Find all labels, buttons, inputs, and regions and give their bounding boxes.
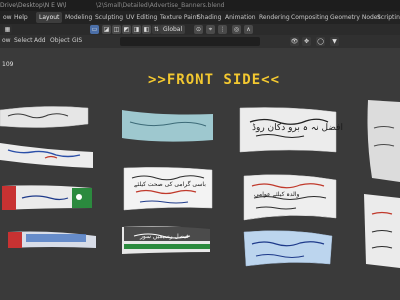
tab-compositing[interactable]: Compositing: [288, 12, 332, 23]
tab-modeling[interactable]: Modeling: [62, 12, 95, 23]
snap-settings-icon[interactable]: ⋮: [218, 25, 227, 34]
banner-6[interactable]: [123, 167, 213, 211]
filter-icon[interactable]: ▼: [330, 37, 339, 46]
banner-12[interactable]: [364, 194, 400, 268]
viewport-header: ow Select Add Object GIS 👁 ✥ ◯ ▼: [0, 35, 400, 48]
pivot-icon[interactable]: ⊙: [194, 25, 203, 34]
gizmo-icon[interactable]: ✥: [302, 37, 311, 46]
menu-help[interactable]: Help: [11, 12, 31, 23]
select-mode-5-icon[interactable]: ◧: [142, 25, 151, 34]
menu-view[interactable]: ow: [0, 36, 13, 46]
tab-shading[interactable]: Shading: [194, 12, 224, 23]
select-mode-icon[interactable]: ◪: [102, 25, 111, 34]
blender-window: Drive\Desktop\N E W\l \2\Small\Detailed\…: [0, 0, 400, 300]
top-bar: ow Help Layout Modeling Sculpting UV Edi…: [0, 11, 400, 24]
snap-icon[interactable]: ⌖: [206, 25, 215, 34]
menu-object[interactable]: Object: [48, 36, 72, 46]
banner-7[interactable]: [122, 226, 210, 254]
banner-11[interactable]: [367, 100, 400, 182]
select-mode-3-icon[interactable]: ◩: [122, 25, 131, 34]
select-box-icon[interactable]: ▭: [90, 25, 99, 34]
tool-header: ▦ ▭ ◪ ◫ ◩ ◨ ◧ ⇅ Global ⊙ ⌖ ⋮ ◎ ∧: [0, 24, 400, 35]
title-bar: Drive\Desktop\N E W\l \2\Small\Detailed\…: [0, 0, 400, 11]
menu-gis[interactable]: GIS: [70, 36, 84, 46]
banner-7-text: فیصل رسیمیں سور: [139, 233, 189, 240]
banner-8-text: افضل نہ ہ برو دکان روڈ: [252, 123, 343, 133]
proportional-edit-icon[interactable]: ◎: [232, 25, 241, 34]
overlay-icon[interactable]: ◯: [316, 37, 325, 46]
proportional-falloff-icon[interactable]: ∧: [244, 25, 253, 34]
banner-4[interactable]: [8, 231, 96, 249]
banner-10[interactable]: [243, 230, 333, 267]
tab-sculpting[interactable]: Sculpting: [92, 12, 126, 23]
tab-animation[interactable]: Animation: [222, 12, 259, 23]
orientation-dropdown[interactable]: Global: [160, 25, 186, 34]
file-path: \2\Small\Detailed\Advertise_Banners.blen…: [96, 2, 225, 9]
banner-layer: افضل نہ ہ برو دکان روڈ باسی گرامی کی صحت…: [0, 100, 400, 268]
banner-9-text: والدہ کیلئے عوامی: [254, 191, 300, 198]
tab-layout[interactable]: Layout: [36, 12, 63, 23]
banner-3[interactable]: [2, 185, 92, 210]
editor-type-icon[interactable]: ▦: [3, 25, 12, 34]
tab-uv-editing[interactable]: UV Editing: [123, 12, 160, 23]
select-mode-4-icon[interactable]: ◨: [132, 25, 141, 34]
title-bar-left: Drive\Desktop\N E W\l: [0, 2, 67, 9]
tab-scripting[interactable]: Scripting: [374, 12, 400, 23]
banner-2[interactable]: [0, 143, 93, 168]
menu-add[interactable]: Add: [32, 36, 48, 46]
banner-6-text: باسی گرامی کی صحت کیلئے: [134, 180, 206, 188]
viewport-search-bar[interactable]: [120, 37, 260, 46]
select-mode-2-icon[interactable]: ◫: [112, 25, 121, 34]
banner-5[interactable]: [122, 110, 213, 142]
visibility-icon[interactable]: 👁: [290, 37, 299, 46]
banner-1[interactable]: [0, 106, 89, 128]
